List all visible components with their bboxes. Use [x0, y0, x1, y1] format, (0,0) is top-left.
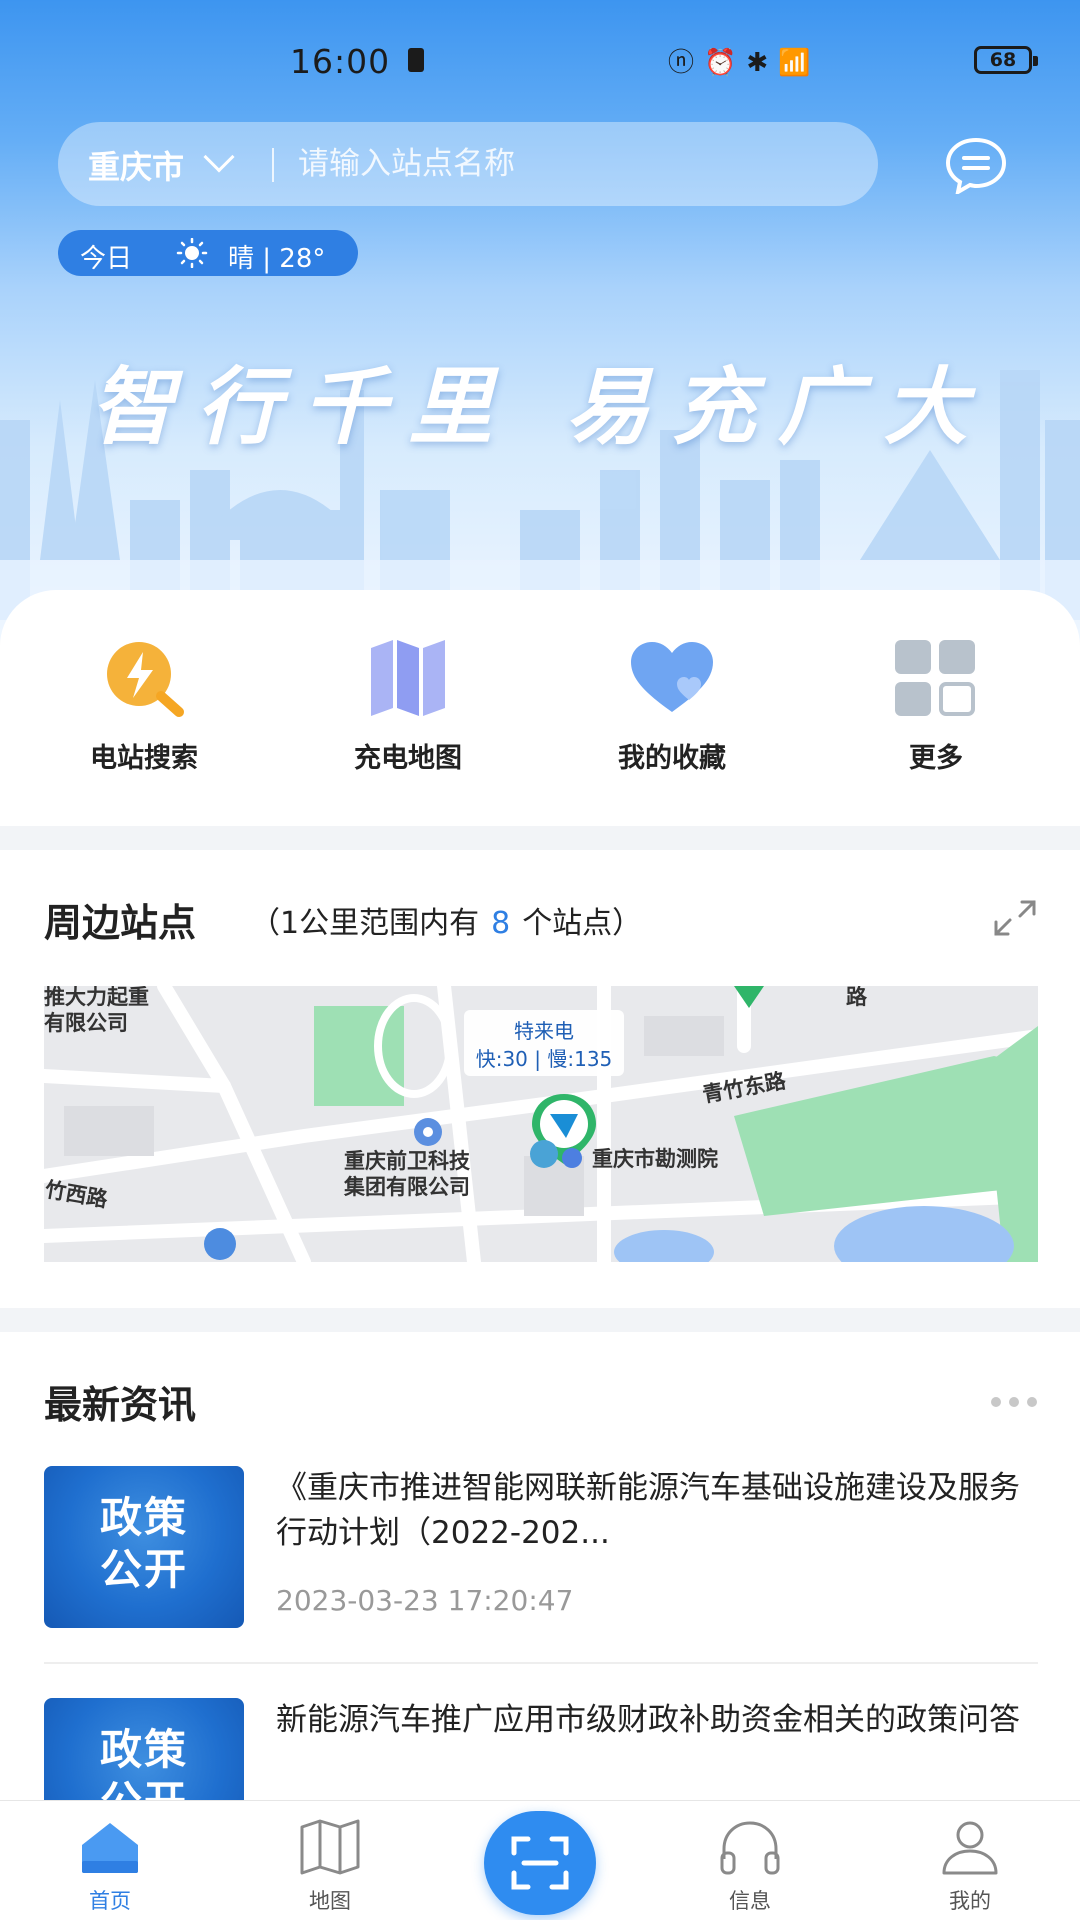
expand-icon[interactable] — [990, 896, 1040, 940]
battery-indicator: 68 — [974, 46, 1038, 74]
tab-map[interactable]: 地图 — [250, 1801, 410, 1920]
news-thumbnail: 政策 公开 — [44, 1466, 244, 1628]
more-dots-icon[interactable] — [990, 1396, 1038, 1408]
tab-home[interactable]: 首页 — [30, 1801, 190, 1920]
lightning-search-icon — [107, 642, 184, 717]
news-date: 2023-03-23 17:20:47 — [276, 1584, 574, 1617]
banner-slogan: 智行千里 易充广大 — [90, 357, 990, 456]
news-title: 最新资讯 — [44, 1383, 197, 1427]
scan-icon — [511, 1836, 569, 1890]
map-icon — [300, 1819, 360, 1875]
news-item[interactable]: 政策 公开 《重庆市推进智能网联新能源汽车基础设施建设及服务行动计划（2022-… — [44, 1466, 1038, 1666]
quick-item-label: 充电地图 — [354, 743, 462, 774]
map-road-label: 路 — [846, 986, 868, 1009]
tab-info[interactable]: 信息 — [670, 1801, 830, 1920]
status-icons: ⓝ⏰✱📶 — [668, 48, 821, 78]
weather-today: 今日 — [80, 244, 133, 274]
message-icon[interactable] — [944, 136, 1008, 194]
news-section: 最新资讯 政策 公开 《重庆市推进智能网联新能源汽车基础设施建设及服务行动计划（… — [0, 1332, 1080, 1860]
nearby-subtitle-suffix: 个站点） — [522, 906, 643, 941]
city-selector[interactable]: 重庆市 — [88, 142, 184, 188]
grid-icon — [895, 640, 975, 716]
status-bar: 16:00 ⓝ⏰✱📶 68 — [0, 38, 1080, 88]
quick-item-label: 更多 — [909, 743, 963, 774]
map-icon — [371, 640, 445, 716]
quick-item-more[interactable]: 更多 — [836, 638, 1036, 788]
quick-item-label: 我的收藏 — [618, 743, 726, 774]
quick-item-charging-map[interactable]: 充电地图 — [308, 638, 508, 788]
nearby-count: 8 — [491, 906, 511, 941]
location-pin-icon — [414, 1118, 442, 1146]
tab-label: 首页 — [89, 1889, 131, 1913]
news-thumb-line: 政策 — [99, 1725, 188, 1774]
search-input[interactable] — [298, 136, 838, 192]
map-poi-label: 重庆前卫科技 — [344, 1149, 471, 1173]
quick-item-favorites[interactable]: 我的收藏 — [572, 638, 772, 788]
tab-mine[interactable]: 我的 — [890, 1801, 1050, 1920]
weather-badge: 今日 晴 | 28° — [58, 230, 358, 276]
news-thumb-line: 公开 — [99, 1545, 188, 1594]
map-poi-label: 推大力起重 — [44, 986, 149, 1009]
search-bar[interactable]: 重庆市 — [58, 122, 878, 206]
scan-button[interactable] — [484, 1811, 596, 1915]
news-thumb-line: 政策 — [99, 1493, 188, 1542]
tab-label: 我的 — [949, 1889, 991, 1913]
map-poi-label: 重庆市勘测院 — [592, 1147, 718, 1171]
location-dot-icon — [562, 1148, 582, 1168]
nearby-title: 周边站点 — [44, 901, 197, 945]
nearby-subtitle-prefix: （1公里范围内有 — [250, 906, 480, 941]
hero-banner: 16:00 ⓝ⏰✱📶 68 重庆市 今日 晴 | 28° 智行千里 易充广大 — [0, 0, 1080, 640]
nearby-map[interactable]: 特来电 快:30 | 慢:135 青竹东路 竹西路 重庆前卫科技 集团有限公司 — [44, 986, 1038, 1262]
heart-icon — [631, 642, 713, 712]
weather-condition: 晴 | 28° — [228, 244, 326, 274]
nearby-stations-section: 周边站点 （1公里范围内有 8 个站点） 特来电 快:30 | 慢:135 青竹… — [0, 850, 1080, 1308]
poi-icon — [204, 1228, 236, 1260]
map-station-detail: 快:30 | 慢:135 — [476, 1047, 613, 1071]
home-icon — [82, 1823, 138, 1873]
lock-icon — [408, 48, 424, 72]
search-divider — [272, 148, 274, 182]
map-station-name: 特来电 — [514, 1019, 574, 1043]
bottom-tab-bar: 首页 地图 信息 我的 — [0, 1800, 1080, 1920]
headphones-icon — [720, 1821, 780, 1875]
user-icon — [942, 1821, 998, 1875]
chevron-down-icon[interactable] — [203, 141, 235, 173]
tab-label: 地图 — [309, 1889, 351, 1913]
map-canvas[interactable]: 特来电 快:30 | 慢:135 青竹东路 竹西路 重庆前卫科技 集团有限公司 — [44, 986, 1038, 1262]
map-poi-label: 集团有限公司 — [343, 1175, 470, 1199]
nearby-subtitle: （1公里范围内有 8 个站点） — [250, 898, 642, 942]
news-headline: 新能源汽车推广应用市级财政补助资金相关的政策问答 — [276, 1702, 1020, 1738]
news-divider — [44, 1662, 1038, 1664]
tab-label: 信息 — [729, 1889, 771, 1913]
sun-icon — [176, 238, 208, 268]
status-time: 16:00 — [290, 42, 391, 81]
news-headline: 《重庆市推进智能网联新能源汽车基础设施建设及服务行动计划（2022-202... — [276, 1470, 1020, 1551]
quick-item-label: 电站搜索 — [90, 743, 198, 774]
map-poi-label: 有限公司 — [44, 1011, 128, 1035]
quick-menu: 电站搜索 充电地图 我的收藏 更多 — [0, 590, 1080, 826]
quick-item-station-search[interactable]: 电站搜索 — [44, 638, 244, 788]
